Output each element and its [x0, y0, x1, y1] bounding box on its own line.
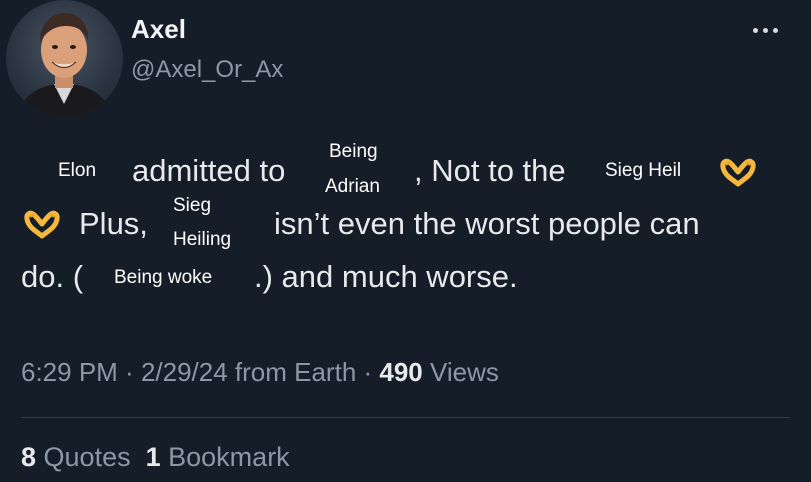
tweet-time[interactable]: 6:29 PM: [21, 357, 118, 387]
overlay-being: Being: [329, 141, 378, 162]
profile-photo-icon: [16, 12, 113, 117]
quotes-link[interactable]: 8 Quotes: [21, 442, 131, 472]
tweet-source: from Earth: [227, 357, 357, 387]
views-label: Views: [422, 357, 499, 387]
tweet-meta: 6:29 PM · 2/29/24 from Earth · 490 Views: [21, 357, 499, 388]
views-count: 490: [379, 357, 423, 387]
author-name[interactable]: Axel: [131, 14, 186, 45]
overlay-being-woke: Being woke: [114, 267, 213, 288]
bookmarks-count: 1: [145, 442, 161, 472]
text-not-to-the: , Not to the: [414, 153, 566, 188]
bookmarks-label: Bookmark: [160, 442, 290, 472]
overlay-heiling: Heiling: [173, 229, 232, 250]
text-admitted-to: admitted to: [132, 153, 286, 188]
text-do: do. (: [21, 259, 84, 294]
tweet-date[interactable]: 2/29/24: [141, 357, 228, 387]
divider: [21, 417, 790, 418]
overlay-sieg-heil: Sieg Heil: [605, 160, 682, 181]
overlay-sieg: Sieg: [173, 195, 212, 216]
text-and-much-worse: .) and much worse.: [254, 259, 518, 294]
tweet-card: Axel @Axel_Or_Ax Elon admitted to Being …: [0, 0, 811, 482]
author-handle[interactable]: @Axel_Or_Ax: [131, 56, 283, 84]
quotes-count: 8: [21, 442, 37, 472]
heart-hands-icon: [718, 157, 758, 187]
avatar[interactable]: [6, 0, 123, 117]
text-isnt-even: isn’t even the worst people can: [274, 206, 700, 241]
meta-separator: ·: [117, 357, 141, 387]
bookmarks-link[interactable]: 1 Bookmark: [146, 442, 290, 472]
meta-separator: ·: [356, 357, 380, 387]
overlay-elon: Elon: [58, 160, 97, 181]
quotes-label: Quotes: [36, 442, 131, 472]
tweet-stats: 8 Quotes 1 Bookmark: [21, 442, 290, 473]
overlay-adrian: Adrian: [325, 176, 380, 197]
heart-hands-icon: [22, 209, 62, 239]
more-options-icon[interactable]: [753, 22, 787, 38]
text-plus: Plus,: [79, 206, 148, 241]
